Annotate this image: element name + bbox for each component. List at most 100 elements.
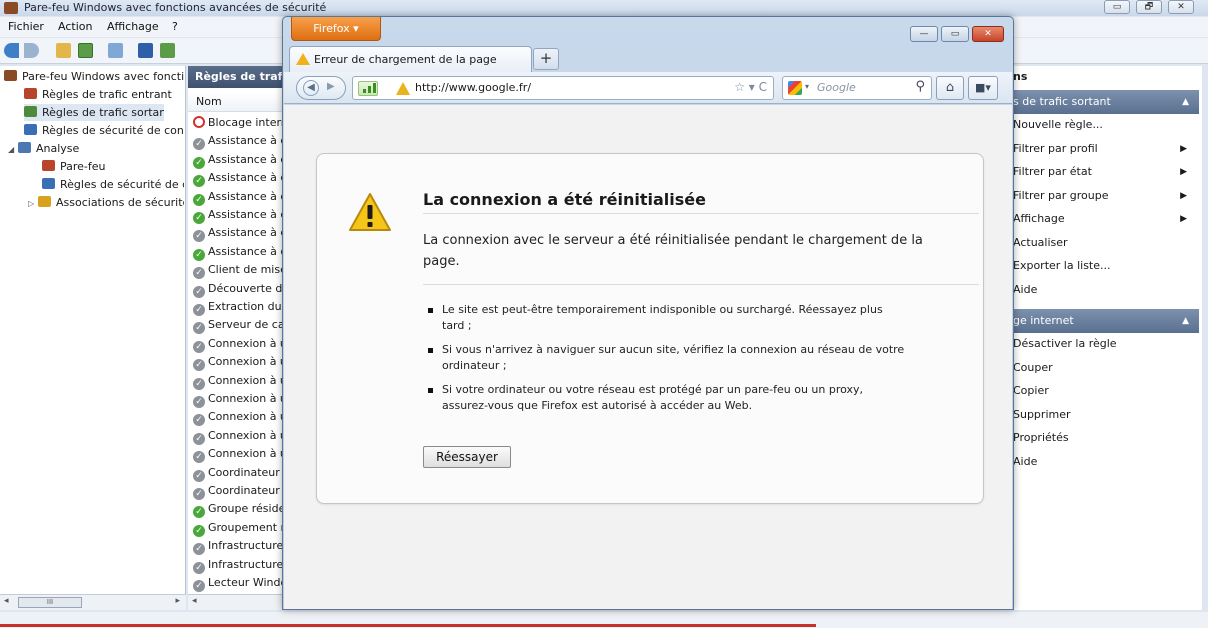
submenu-arrow-icon: ▶	[1180, 167, 1187, 177]
table-row[interactable]: ✓ Connexion à u	[193, 408, 284, 427]
connection-security-icon	[24, 124, 37, 135]
table-row[interactable]: ✓ Connexion à u	[193, 372, 284, 390]
action-item[interactable]: Filtrer par état ▶	[1013, 161, 1199, 183]
action-item[interactable]: Nouvelle règle...	[1013, 114, 1199, 136]
table-row[interactable]: ✓ Infrastructure	[193, 556, 284, 574]
table-row[interactable]: ✓ Assistance à d	[193, 188, 284, 206]
tree-item-monitoring-connection-security[interactable]: Règles de sécurité de co	[42, 176, 184, 193]
action-item[interactable]: Filtrer par profil ▶	[1013, 138, 1199, 160]
check-disabled-icon: ✓	[193, 230, 205, 243]
expanded-arrow-icon[interactable]: ◢	[8, 141, 16, 157]
action-item[interactable]: Affichage ▶	[1013, 208, 1199, 230]
action-item[interactable]: Actualiser	[1013, 232, 1199, 254]
check-disabled-icon: ✓	[193, 414, 205, 427]
scroll-left-icon[interactable]: ◂	[192, 596, 197, 606]
table-row[interactable]: ✓ Coordinateur	[193, 482, 284, 500]
tab-error-page[interactable]: Erreur de chargement de la page	[289, 46, 532, 72]
back-arrow-icon[interactable]	[4, 43, 19, 58]
firefox-app-menu-button[interactable]: Firefox ▾	[291, 17, 381, 41]
table-row[interactable]: ✓ Groupement r	[193, 519, 284, 537]
action-item[interactable]: Exporter la liste...	[1013, 255, 1199, 277]
forward-arrow-icon[interactable]: ▶	[327, 81, 335, 92]
table-row[interactable]: ✓ Assistance à d	[193, 206, 284, 224]
url-bar[interactable]: http://www.google.fr/ ☆ ▾ C	[352, 76, 774, 100]
tree-horizontal-scrollbar[interactable]: ◂ III ▸	[0, 594, 186, 610]
action-item[interactable]: Aide	[1013, 279, 1199, 301]
action-item[interactable]: Propriétés	[1013, 427, 1199, 449]
scroll-left-icon[interactable]: ◂	[4, 596, 9, 606]
back-arrow-icon[interactable]: ◀	[303, 80, 319, 96]
home-button[interactable]: ⌂	[936, 76, 964, 100]
export-icon[interactable]	[108, 43, 123, 58]
action-item[interactable]: Copier	[1013, 380, 1199, 402]
show-action-pane-icon[interactable]	[160, 43, 175, 58]
action-item[interactable]: Filtrer par groupe ▶	[1013, 185, 1199, 207]
tree-item-firewall-root[interactable]: Pare-feu Windows avec fonctio	[4, 68, 184, 85]
search-engine-dropdown-icon[interactable]: ▾	[805, 82, 809, 91]
firefox-close-button[interactable]: ✕	[972, 26, 1004, 42]
action-item[interactable]: Supprimer	[1013, 404, 1199, 426]
menu-affichage[interactable]: Affichage	[107, 20, 159, 33]
tree-item-monitoring[interactable]: ◢ Analyse	[8, 140, 184, 157]
menu-help[interactable]: ?	[172, 20, 178, 33]
table-row[interactable]: ✓ Connexion à u	[193, 353, 284, 372]
table-row[interactable]: ✓ Connexion à u	[193, 335, 284, 353]
table-row[interactable]: ✓ Assistance à d	[193, 243, 284, 261]
table-row[interactable]: Blocage interr	[193, 114, 284, 132]
toolbar-menu-button[interactable]: ■▾	[968, 76, 998, 100]
action-item[interactable]: Couper	[1013, 357, 1199, 379]
back-forward-buttons[interactable]: ◀ ▶	[296, 76, 346, 100]
table-row[interactable]: ✓ Serveur de cac	[193, 316, 284, 335]
tree-item-monitoring-firewall[interactable]: Pare-feu	[42, 158, 184, 175]
table-row[interactable]: ✓ Infrastructure	[193, 537, 284, 556]
table-row[interactable]: ✓ Assistance à d	[193, 224, 284, 243]
url-text[interactable]: http://www.google.fr/	[415, 81, 531, 94]
table-row[interactable]: ✓ Découverte d'	[193, 280, 284, 298]
actions-section-selected-rule[interactable]: ge internet ▲	[1013, 309, 1199, 333]
search-box[interactable]: ▾ Google ⚲	[782, 76, 932, 100]
actions-section-outbound-rules[interactable]: s de trafic sortant ▲	[1013, 90, 1199, 114]
table-row[interactable]: ✓ Connexion à u	[193, 427, 284, 445]
table-row[interactable]: ✓ Extraction du	[193, 298, 284, 316]
search-icon[interactable]: ⚲	[915, 79, 925, 94]
collapse-up-icon[interactable]: ▲	[1182, 90, 1189, 114]
tree-item-connection-security[interactable]: Règles de sécurité de conne	[24, 122, 184, 139]
tree-item-inbound-rules[interactable]: Règles de trafic entrant	[24, 86, 184, 103]
scrollbar-thumb[interactable]: III	[18, 597, 82, 608]
table-row[interactable]: ✓ Connexion à u	[193, 390, 284, 408]
close-button[interactable]: ✕	[1168, 0, 1194, 14]
bookmark-reload-icons[interactable]: ☆ ▾ C	[734, 80, 767, 94]
rule-name: Assistance à d	[208, 226, 284, 240]
table-row[interactable]: ✓ Assistance à d	[193, 169, 284, 188]
table-row[interactable]: ✓ Assistance à d	[193, 132, 284, 151]
up-folder-icon[interactable]	[56, 43, 71, 58]
google-logo-icon[interactable]	[788, 81, 802, 95]
new-tab-button[interactable]: +	[533, 48, 559, 70]
collapse-up-icon[interactable]: ▲	[1182, 309, 1189, 333]
retry-button[interactable]: Réessayer	[423, 446, 511, 468]
collapsed-arrow-icon[interactable]: ▷	[28, 195, 36, 211]
table-row[interactable]: ✓ Coordinateur	[193, 464, 284, 482]
firefox-maximize-button[interactable]: ▭	[941, 26, 969, 42]
help-icon[interactable]	[138, 43, 153, 58]
table-row[interactable]: ✓ Groupe réside	[193, 500, 284, 519]
table-row[interactable]: ✓ Lecteur Windo	[193, 574, 284, 592]
restore-button[interactable]: 🗗	[1136, 0, 1162, 14]
table-row[interactable]: ✓ Connexion à u	[193, 445, 284, 464]
show-tree-icon[interactable]	[78, 43, 93, 58]
menu-action[interactable]: Action	[58, 20, 92, 33]
list-horizontal-scrollbar[interactable]: ◂	[188, 594, 284, 610]
minimize-button[interactable]: ▭	[1104, 0, 1130, 14]
forward-arrow-icon[interactable]	[24, 43, 39, 58]
table-row[interactable]: ✓ Client de mise	[193, 261, 284, 280]
tree-item-security-associations[interactable]: ▷ Associations de sécurité	[28, 194, 184, 211]
table-row[interactable]: ✓ Assistance à d	[193, 151, 284, 169]
column-header-name[interactable]: Nom	[188, 92, 284, 112]
scroll-right-icon[interactable]: ▸	[175, 596, 180, 606]
action-item[interactable]: Aide	[1013, 451, 1199, 473]
menu-fichier[interactable]: Fichier	[8, 20, 44, 33]
tree-item-outbound-rules[interactable]: Règles de trafic sortant	[24, 104, 164, 121]
firefox-minimize-button[interactable]: —	[910, 26, 938, 42]
firewall-icon	[4, 2, 18, 14]
action-item[interactable]: Désactiver la règle	[1013, 333, 1199, 355]
